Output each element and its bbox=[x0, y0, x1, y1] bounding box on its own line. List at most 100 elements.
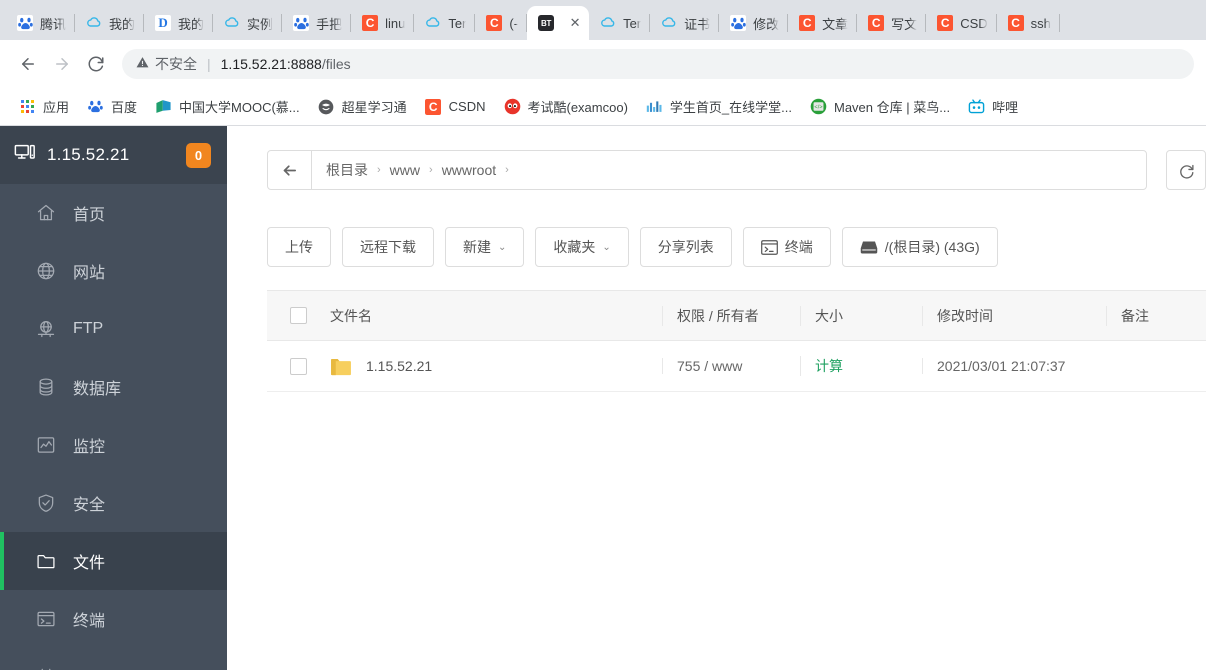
browser-tab[interactable]: 证书 bbox=[650, 6, 720, 40]
table-row[interactable]: 1.15.52.21 755 / www 计算 2021/03/01 21:07:37 bbox=[267, 341, 1206, 392]
tab-label: CSD bbox=[960, 15, 988, 31]
select-all-cell[interactable] bbox=[267, 307, 329, 324]
cloud-favicon bbox=[86, 15, 102, 31]
url-path: /files bbox=[321, 56, 351, 72]
cell-size[interactable]: 计算 bbox=[800, 356, 922, 376]
close-icon[interactable]: ✕ bbox=[565, 13, 585, 33]
tab-label: (- bbox=[509, 15, 519, 31]
share-list-button[interactable]: 分享列表 bbox=[639, 227, 732, 267]
sidebar-item-7[interactable]: 终端 bbox=[0, 590, 227, 648]
favorites-button[interactable]: 收藏夹 ⌄ bbox=[535, 227, 629, 267]
bookmark-item[interactable]: 哔哩 bbox=[959, 93, 1027, 120]
sidebar-item-3[interactable]: 数据库 bbox=[0, 358, 227, 416]
sidebar-notification-badge[interactable]: 0 bbox=[186, 142, 211, 168]
tab-label: 我的 bbox=[178, 16, 205, 32]
examcoo-icon bbox=[504, 98, 521, 115]
forward-button[interactable] bbox=[46, 48, 78, 80]
sidebar-item-2[interactable]: FTP bbox=[0, 300, 227, 358]
sidebar-item-1[interactable]: 网站 bbox=[0, 242, 227, 300]
apps-grid-icon bbox=[19, 98, 36, 115]
bookmark-label: Maven 仓库 | 菜鸟... bbox=[834, 100, 951, 115]
sidebar-header[interactable]: 1.15.52.21 0 bbox=[0, 126, 227, 184]
csdn-favicon: C bbox=[868, 15, 885, 31]
address-bar[interactable]: 不安全 | 1.15.52.21:8888/files bbox=[122, 49, 1194, 79]
browser-tab[interactable]: C 文章 bbox=[788, 6, 858, 40]
column-header-mtime[interactable]: 修改时间 bbox=[922, 305, 1106, 326]
new-label: 新建 bbox=[463, 239, 491, 255]
bookmark-item[interactable]: 中国大学MOOC(慕... bbox=[146, 93, 309, 120]
tab-label: ssh bbox=[1030, 15, 1051, 31]
upload-label: 上传 bbox=[285, 239, 313, 255]
browser-tab[interactable]: Cssh bbox=[997, 6, 1060, 40]
csdn-favicon: C bbox=[799, 15, 816, 31]
bookmark-item[interactable]: 超星学习通 bbox=[309, 93, 416, 120]
disk-label: /(根目录) (43G) bbox=[884, 239, 980, 255]
row-select-cell[interactable] bbox=[267, 357, 329, 375]
bookmark-item[interactable]: 百度 bbox=[78, 93, 146, 120]
browser-tab[interactable]: 手把 bbox=[282, 6, 352, 40]
sidebar-item-8[interactable]: 计划任务 bbox=[0, 648, 227, 670]
disk-selector-button[interactable]: /(根目录) (43G) bbox=[841, 227, 998, 267]
sidebar-item-label: 计划任务 bbox=[73, 665, 137, 670]
bookmark-item[interactable]: 应用 bbox=[10, 93, 78, 120]
calculate-size-link[interactable]: 计算 bbox=[815, 358, 843, 374]
row-checkbox[interactable] bbox=[289, 357, 307, 375]
bookmark-item[interactable]: C CSDN bbox=[416, 94, 495, 119]
sidebar-item-label: FTP bbox=[73, 320, 104, 337]
select-all-checkbox[interactable] bbox=[289, 307, 307, 324]
browser-tab[interactable]: Clinu bbox=[351, 6, 415, 40]
back-button[interactable] bbox=[12, 48, 44, 80]
terminal-icon bbox=[36, 609, 56, 629]
browser-tab[interactable]: 腾讯 bbox=[6, 6, 76, 40]
browser-tab[interactable]: C 写文 bbox=[857, 6, 927, 40]
breadcrumb-segment[interactable]: www bbox=[390, 162, 420, 178]
browser-tab[interactable]: 修改 bbox=[719, 6, 789, 40]
bookmark-item[interactable]: </> Maven 仓库 | 菜鸟... bbox=[801, 93, 959, 120]
security-indicator[interactable]: 不安全 bbox=[136, 54, 197, 74]
baidu-favicon bbox=[17, 15, 33, 31]
breadcrumb-back-button[interactable] bbox=[268, 151, 312, 189]
browser-tab[interactable]: 我的 bbox=[75, 6, 145, 40]
remote-download-button[interactable]: 远程下载 bbox=[342, 227, 434, 267]
reload-button[interactable] bbox=[80, 48, 112, 80]
bookmark-item[interactable]: 学生首页_在线学堂... bbox=[637, 93, 801, 120]
chaoxing-icon bbox=[318, 98, 335, 115]
sidebar-item-6[interactable]: 文件 bbox=[0, 532, 227, 590]
column-header-name[interactable]: 文件名 bbox=[329, 306, 662, 326]
file-rows: 1.15.52.21 755 / www 计算 2021/03/01 21:07:37 bbox=[267, 341, 1206, 392]
terminal-button[interactable]: 终端 bbox=[742, 227, 831, 267]
sidebar-item-4[interactable]: 监控 bbox=[0, 416, 227, 474]
bookmark-label: 哔哩 bbox=[992, 100, 1019, 115]
upload-button[interactable]: 上传 bbox=[267, 227, 331, 267]
sidebar-item-label: 监控 bbox=[73, 439, 106, 456]
browser-tab[interactable]: Ter bbox=[589, 6, 651, 40]
cell-file-name[interactable]: 1.15.52.21 bbox=[329, 357, 662, 376]
terminal-icon bbox=[760, 239, 778, 255]
tab-label: 写文 bbox=[891, 16, 918, 32]
breadcrumb-segment[interactable]: wwwroot bbox=[442, 162, 496, 178]
security-label: 不安全 bbox=[155, 56, 197, 72]
file-toolbar: 上传 远程下载 新建 ⌄ 收藏夹 ⌄ 分享列表 终端 /(根目录) (43G) bbox=[267, 227, 1206, 267]
browser-tab[interactable]: Ter bbox=[414, 6, 476, 40]
cloud-favicon bbox=[224, 15, 240, 31]
sidebar-item-0[interactable]: 首页 bbox=[0, 184, 227, 242]
column-header-size[interactable]: 大小 bbox=[800, 305, 922, 326]
file-table: 文件名 权限 / 所有者 大小 修改时间 备注 1.15.52.21 755 / … bbox=[267, 290, 1206, 392]
cloud-favicon bbox=[600, 15, 616, 31]
share-list-label: 分享列表 bbox=[657, 239, 714, 255]
cell-permission[interactable]: 755 / www bbox=[662, 358, 800, 374]
refresh-button[interactable] bbox=[1166, 150, 1206, 190]
new-button[interactable]: 新建 ⌄ bbox=[445, 227, 525, 267]
column-header-perm[interactable]: 权限 / 所有者 bbox=[662, 305, 800, 326]
breadcrumb-segment[interactable]: 根目录 bbox=[326, 160, 368, 180]
omnibox-separator: | bbox=[207, 56, 211, 72]
browser-tab-active[interactable]: BT ✕ bbox=[527, 6, 590, 40]
browser-tab[interactable]: C CSD bbox=[926, 6, 997, 40]
sidebar-item-5[interactable]: 安全 bbox=[0, 474, 227, 532]
column-header-note[interactable]: 备注 bbox=[1106, 305, 1206, 326]
sidebar-item-label: 首页 bbox=[73, 207, 106, 224]
bookmark-item[interactable]: 考试酷(examcoo) bbox=[495, 93, 637, 120]
browser-tab[interactable]: 实例 bbox=[213, 6, 283, 40]
browser-tab[interactable]: C (- bbox=[475, 6, 527, 40]
browser-tab[interactable]: D 我的 bbox=[144, 6, 214, 40]
